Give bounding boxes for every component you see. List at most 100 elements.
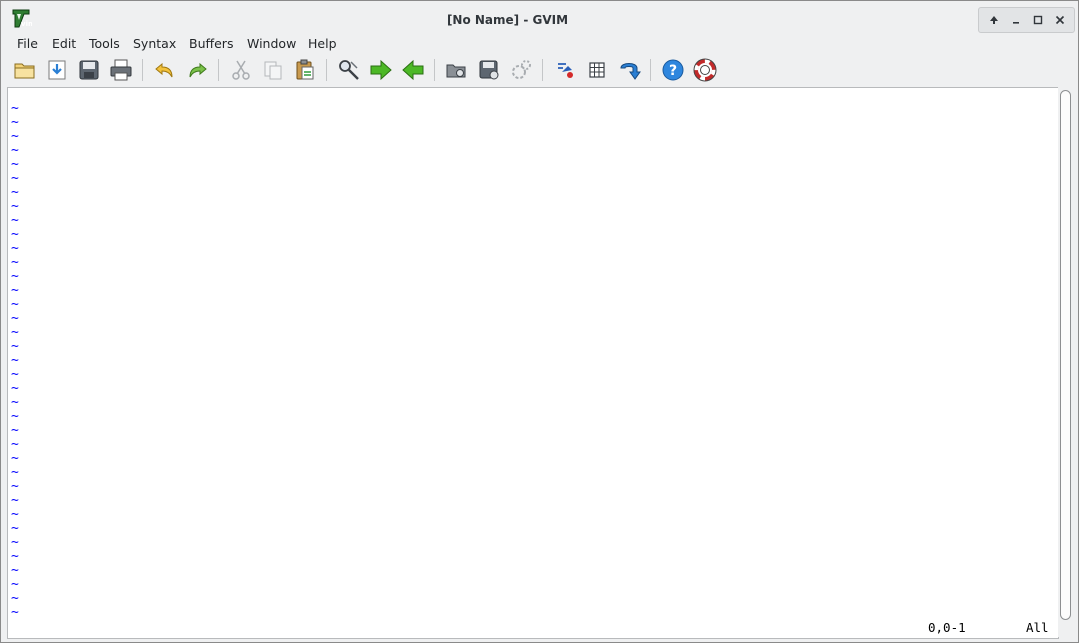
copy-button[interactable] bbox=[260, 57, 286, 83]
empty-line-marker: ~ bbox=[11, 605, 19, 620]
empty-line-marker: ~ bbox=[11, 157, 19, 172]
empty-line-marker: ~ bbox=[11, 423, 19, 438]
maximize-button[interactable] bbox=[1029, 11, 1047, 29]
find-replace-button[interactable] bbox=[336, 57, 362, 83]
undo-button[interactable] bbox=[152, 57, 178, 83]
save-session-button[interactable] bbox=[476, 57, 502, 83]
empty-line-marker: ~ bbox=[11, 241, 19, 256]
help-button[interactable]: ? bbox=[660, 57, 686, 83]
empty-line-marker: ~ bbox=[11, 395, 19, 410]
title-bar[interactable]: vim [No Name] - GVIM bbox=[1, 1, 1078, 33]
empty-line-marker: ~ bbox=[11, 297, 19, 312]
run-script-button[interactable] bbox=[508, 57, 534, 83]
load-session-icon bbox=[446, 64, 466, 78]
toolbar-separator bbox=[542, 59, 543, 81]
menu-syntax[interactable]: Syntax bbox=[133, 36, 176, 51]
minimize-icon bbox=[1013, 22, 1019, 24]
menu-bar: File Edit Tools Syntax Buffers Window He… bbox=[1, 33, 1078, 55]
empty-line-marker: ~ bbox=[11, 437, 19, 452]
jump-tag-button[interactable] bbox=[616, 57, 642, 83]
print-icon bbox=[110, 59, 132, 81]
cut-button[interactable] bbox=[228, 57, 254, 83]
make-icon bbox=[558, 63, 573, 78]
menu-tools[interactable]: Tools bbox=[89, 36, 120, 51]
scroll-position: All bbox=[1026, 620, 1049, 635]
menu-buffers[interactable]: Buffers bbox=[189, 36, 233, 51]
redo-button[interactable] bbox=[184, 57, 210, 83]
minimize-button[interactable] bbox=[1007, 11, 1025, 29]
save-down-button[interactable] bbox=[44, 57, 70, 83]
empty-line-marker: ~ bbox=[11, 199, 19, 214]
empty-line-marker: ~ bbox=[11, 591, 19, 606]
find-help-button[interactable] bbox=[692, 57, 718, 83]
find-help-icon bbox=[693, 58, 717, 82]
arrow-up-icon bbox=[990, 16, 998, 24]
run-script-icon bbox=[512, 60, 531, 79]
empty-line-marker: ~ bbox=[11, 479, 19, 494]
empty-line-marker: ~ bbox=[11, 563, 19, 578]
empty-line-marker: ~ bbox=[11, 213, 19, 228]
cursor-position: 0,0-1 bbox=[928, 620, 966, 635]
svg-text:?: ? bbox=[669, 63, 677, 79]
print-button[interactable] bbox=[108, 57, 134, 83]
tags-button[interactable] bbox=[584, 57, 610, 83]
find-replace-icon bbox=[339, 60, 359, 80]
empty-line-marker: ~ bbox=[11, 255, 19, 270]
empty-line-marker: ~ bbox=[11, 451, 19, 466]
find-next-button[interactable] bbox=[368, 57, 394, 83]
find-next-icon bbox=[370, 59, 392, 81]
keep-above-button[interactable] bbox=[985, 11, 1003, 29]
gvim-window: vim [No Name] - GVIM File Edit Tools Syn… bbox=[0, 0, 1079, 643]
make-button[interactable] bbox=[552, 57, 578, 83]
scrollbar-thumb[interactable] bbox=[1060, 90, 1071, 620]
empty-line-marker: ~ bbox=[11, 129, 19, 144]
toolbar: ? bbox=[1, 55, 1078, 85]
toolbar-separator bbox=[650, 59, 651, 81]
vertical-scrollbar[interactable] bbox=[1058, 87, 1072, 637]
empty-line-marker: ~ bbox=[11, 535, 19, 550]
save-icon bbox=[79, 60, 99, 80]
editor-buffer[interactable]: 0,0-1 All ~ ~ ~ ~ ~ ~ ~ ~ ~ ~ ~ ~ ~ ~ ~ ~ ~ ~ ~ ~ ~ ~ ~ ~ ~ ~ ~ ~ ~ ~… bbox=[7, 87, 1059, 639]
window-title: [No Name] - GVIM bbox=[446, 13, 569, 27]
find-previous-button[interactable] bbox=[400, 57, 426, 83]
empty-line-marker: ~ bbox=[11, 493, 19, 508]
menu-help[interactable]: Help bbox=[308, 36, 337, 51]
empty-line-marker: ~ bbox=[11, 409, 19, 424]
empty-line-marker: ~ bbox=[11, 367, 19, 382]
empty-line-marker: ~ bbox=[11, 185, 19, 200]
redo-icon bbox=[189, 62, 207, 78]
close-icon bbox=[1055, 15, 1065, 25]
close-button[interactable] bbox=[1051, 11, 1069, 29]
menu-window[interactable]: Window bbox=[247, 36, 296, 51]
empty-line-marker: ~ bbox=[11, 465, 19, 480]
empty-line-marker: ~ bbox=[11, 521, 19, 536]
paste-button[interactable] bbox=[292, 57, 318, 83]
menu-file[interactable]: File bbox=[17, 36, 38, 51]
open-file-button[interactable] bbox=[12, 57, 38, 83]
empty-line-marker: ~ bbox=[11, 381, 19, 396]
empty-line-marker: ~ bbox=[11, 143, 19, 158]
paste-icon bbox=[296, 59, 314, 80]
save-button[interactable] bbox=[76, 57, 102, 83]
cut-icon bbox=[232, 60, 250, 80]
empty-line-marker: ~ bbox=[11, 353, 19, 368]
window-controls bbox=[978, 7, 1075, 33]
menu-edit[interactable]: Edit bbox=[52, 36, 76, 51]
open-file-icon bbox=[14, 63, 35, 79]
load-session-button[interactable] bbox=[444, 57, 470, 83]
copy-icon bbox=[264, 61, 282, 80]
undo-icon bbox=[155, 62, 173, 78]
toolbar-separator bbox=[326, 59, 327, 81]
jump-tag-icon bbox=[620, 63, 641, 80]
toolbar-separator bbox=[142, 59, 143, 81]
empty-line-marker: ~ bbox=[11, 549, 19, 564]
empty-line-marker: ~ bbox=[11, 101, 19, 116]
empty-line-marker: ~ bbox=[11, 227, 19, 242]
empty-line-marker: ~ bbox=[11, 283, 19, 298]
empty-line-marker: ~ bbox=[11, 115, 19, 130]
empty-line-marker: ~ bbox=[11, 339, 19, 354]
toolbar-separator bbox=[434, 59, 435, 81]
empty-line-marker: ~ bbox=[11, 171, 19, 186]
save-session-icon bbox=[479, 60, 499, 80]
empty-line-marker: ~ bbox=[11, 269, 19, 284]
